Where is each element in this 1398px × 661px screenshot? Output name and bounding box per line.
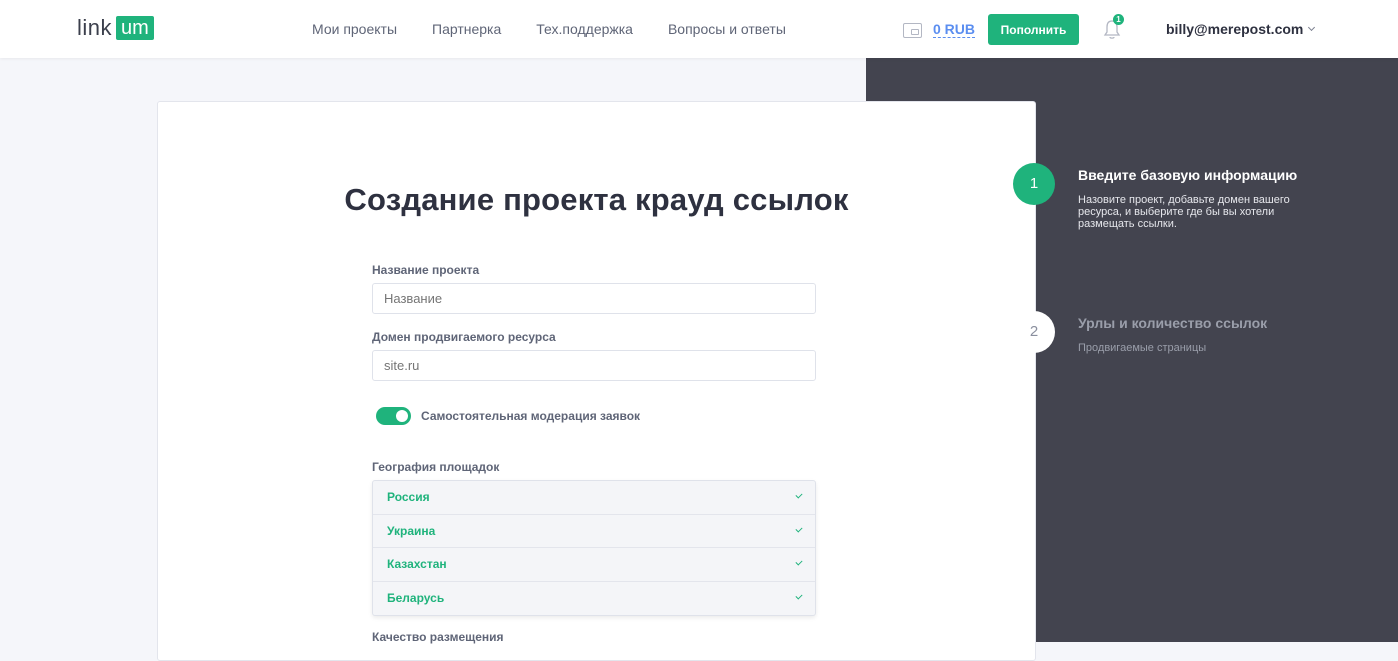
project-form-card: Создание проекта крауд ссылок Название п… [157, 101, 1036, 661]
nav-my-projects[interactable]: Мои проекты [312, 21, 397, 37]
project-name-label: Название проекта [372, 263, 480, 277]
moderation-toggle[interactable] [376, 407, 411, 425]
project-name-input[interactable] [372, 283, 816, 314]
main-nav: Мои проекты Партнерка Тех.поддержка Вопр… [312, 21, 821, 37]
nav-partner[interactable]: Партнерка [432, 21, 501, 37]
top-header: link um Мои проекты Партнерка Тех.поддер… [0, 0, 1398, 58]
notification-badge: 1 [1113, 14, 1124, 25]
toggle-knob [396, 410, 408, 422]
geo-select-list: Россия Украина Казахстан Беларусь [372, 480, 816, 616]
geo-option-kazakhstan[interactable]: Казахстан [373, 548, 815, 582]
user-menu[interactable]: billy@merepost.com [1166, 21, 1316, 37]
step-2-description: Продвигаемые страницы [1078, 342, 1207, 354]
check-icon [795, 591, 803, 600]
moderation-toggle-row: Самостоятельная модерация заявок [376, 407, 640, 425]
geo-option-label: Россия [387, 490, 430, 505]
wallet[interactable]: 0 RUB [903, 22, 976, 38]
step-1-title: Введите базовую информацию [1078, 167, 1298, 183]
nav-faq[interactable]: Вопросы и ответы [668, 21, 786, 37]
geo-option-label: Беларусь [387, 591, 445, 606]
geo-option-label: Казахстан [387, 557, 447, 572]
user-email: billy@merepost.com [1166, 21, 1304, 37]
wallet-icon [903, 22, 922, 38]
geo-option-belarus[interactable]: Беларусь [373, 582, 815, 616]
step-1-circle: 1 [1013, 163, 1055, 205]
nav-support[interactable]: Тех.поддержка [536, 21, 633, 37]
check-icon [795, 558, 803, 566]
geo-option-ukraine[interactable]: Украина [373, 515, 815, 548]
logo[interactable]: link um [77, 15, 154, 41]
logo-badge: um [116, 16, 154, 40]
check-icon [795, 491, 803, 499]
moderation-label: Самостоятельная модерация заявок [421, 409, 641, 423]
logo-text: link [77, 15, 113, 40]
domain-label: Домен продвигаемого ресурса [372, 330, 556, 344]
balance-link[interactable]: 0 RUB [933, 22, 976, 38]
check-icon [795, 524, 803, 533]
geo-option-russia[interactable]: Россия [373, 481, 815, 515]
geo-label: География площадок [372, 460, 500, 474]
chevron-down-icon [1308, 23, 1316, 32]
topup-button[interactable]: Пополнить [988, 14, 1079, 45]
step-1-description: Назовите проект, добавьте домен вашего р… [1078, 194, 1290, 230]
page-title: Создание проекта крауд ссылок [344, 182, 849, 217]
geo-option-label: Украина [387, 523, 436, 538]
domain-input[interactable] [372, 350, 816, 381]
step-2-title: Урлы и количество ссылок [1078, 315, 1268, 331]
step-2-circle: 2 [1013, 311, 1055, 353]
